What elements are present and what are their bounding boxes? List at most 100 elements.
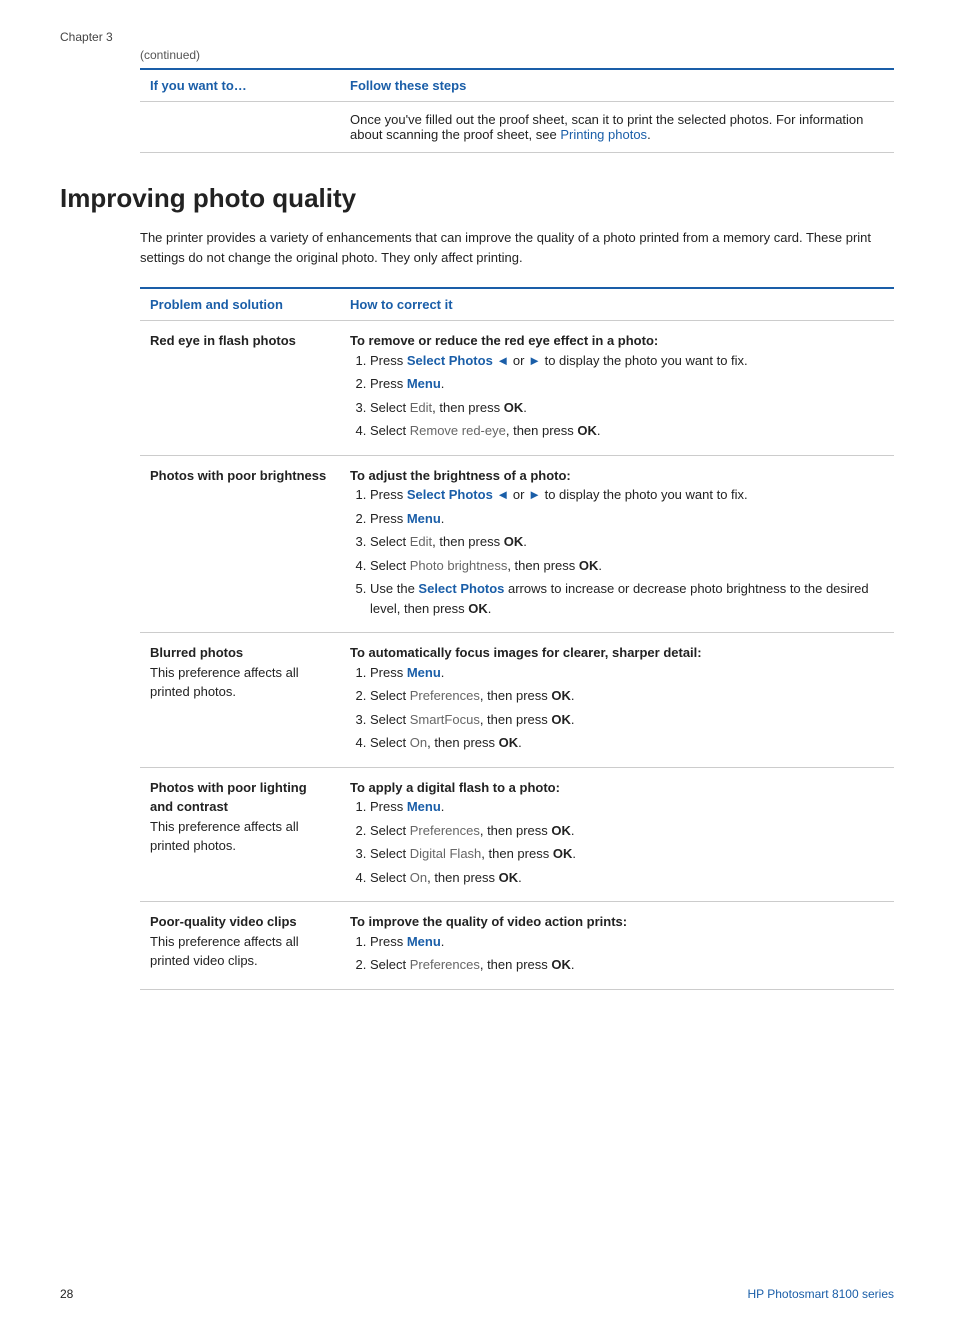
step-item: Select Photo brightness, then press OK. [370, 556, 884, 576]
top-table-wrapper: If you want to… Follow these steps Once … [60, 68, 894, 153]
step-item: Press Menu. [370, 663, 884, 683]
main-table-header-problem: Problem and solution [140, 288, 340, 321]
step-item: Press Menu. [370, 797, 884, 817]
table-row: Photos with poor lighting and contrast T… [140, 767, 894, 902]
ok-ref: OK [551, 957, 571, 972]
solution-heading: To automatically focus images for cleare… [350, 645, 702, 660]
main-table-wrapper: Problem and solution How to correct it R… [60, 287, 894, 990]
on-ref: On [410, 870, 427, 885]
step-item: Select SmartFocus, then press OK. [370, 710, 884, 730]
step-item: Press Select Photos ◄ or ► to display th… [370, 351, 884, 371]
digital-flash-ref: Digital Flash [410, 846, 482, 861]
solution-heading: To improve the quality of video action p… [350, 914, 627, 929]
solution-heading: To apply a digital flash to a photo: [350, 780, 560, 795]
ok-ref: OK [551, 688, 571, 703]
menu-ref: Menu [407, 376, 441, 391]
step-item: Select Digital Flash, then press OK. [370, 844, 884, 864]
problem-extra: This preference affects all printed vide… [150, 934, 299, 969]
top-table-cell-right: Once you've filled out the proof sheet, … [340, 102, 894, 153]
solution-lighting: To apply a digital flash to a photo: Pre… [340, 767, 894, 902]
footer-page-number: 28 [60, 1287, 73, 1301]
solution-blurred: To automatically focus images for cleare… [340, 633, 894, 768]
preferences-ref: Preferences [410, 688, 480, 703]
steps-list: Press Menu. Select Preferences, then pre… [350, 932, 884, 975]
table-row: Blurred photos This preference affects a… [140, 633, 894, 768]
step-item: Use the Select Photos arrows to increase… [370, 579, 884, 618]
table-row: Photos with poor brightness To adjust th… [140, 455, 894, 633]
ok-ref3: OK [499, 735, 519, 750]
problem-label: Photos with poor lighting and contrast [150, 780, 307, 815]
step-item: Select Preferences, then press OK. [370, 955, 884, 975]
steps-list: Press Select Photos ◄ or ► to display th… [350, 351, 884, 441]
table-row: Red eye in flash photos To remove or red… [140, 321, 894, 456]
step-item: Select On, then press OK. [370, 868, 884, 888]
ok-ref: OK [551, 823, 571, 838]
main-table: Problem and solution How to correct it R… [140, 287, 894, 990]
step-item: Select Edit, then press OK. [370, 532, 884, 552]
main-table-header-solution: How to correct it [340, 288, 894, 321]
ok-ref2: OK [551, 712, 571, 727]
continued-label: (continued) [60, 48, 894, 62]
menu-ref: Menu [407, 665, 441, 680]
problem-lighting: Photos with poor lighting and contrast T… [140, 767, 340, 902]
ok-ref2: OK [553, 846, 573, 861]
menu-ref: Menu [407, 799, 441, 814]
problem-label: Poor-quality video clips [150, 914, 297, 929]
problem-red-eye: Red eye in flash photos [140, 321, 340, 456]
top-table-header-col1: If you want to… [140, 69, 340, 102]
step-item: Select Preferences, then press OK. [370, 821, 884, 841]
step-item: Press Menu. [370, 374, 884, 394]
problem-extra: This preference affects all printed phot… [150, 665, 299, 700]
steps-list: Press Select Photos ◄ or ► to display th… [350, 485, 884, 618]
remove-red-eye-ref: Remove red-eye [410, 423, 506, 438]
ok-ref3: OK [499, 870, 519, 885]
edit-ref: Edit [410, 400, 432, 415]
photo-brightness-ref: Photo brightness [410, 558, 508, 573]
top-table-cell-left [140, 102, 340, 153]
solution-red-eye: To remove or reduce the red eye effect i… [340, 321, 894, 456]
steps-list: Press Menu. Select Preferences, then pre… [350, 663, 884, 753]
problem-brightness: Photos with poor brightness [140, 455, 340, 633]
printing-photos-link[interactable]: Printing photos [560, 127, 647, 142]
step-item: Select On, then press OK. [370, 733, 884, 753]
smartfocus-ref: SmartFocus [410, 712, 480, 727]
solution-heading: To remove or reduce the red eye effect i… [350, 333, 658, 348]
section-title: Improving photo quality [60, 183, 894, 214]
problem-label: Red eye in flash photos [150, 333, 296, 348]
select-photos-ref: Select Photos ◄ [407, 487, 509, 502]
solution-heading: To adjust the brightness of a photo: [350, 468, 571, 483]
top-table-header-col2: Follow these steps [340, 69, 894, 102]
solution-brightness: To adjust the brightness of a photo: Pre… [340, 455, 894, 633]
menu-ref: Menu [407, 511, 441, 526]
step-item: Press Menu. [370, 509, 884, 529]
solution-video: To improve the quality of video action p… [340, 902, 894, 990]
ok-ref: OK [504, 534, 524, 549]
on-ref: On [410, 735, 427, 750]
continuation-table: If you want to… Follow these steps Once … [140, 68, 894, 153]
step-item: Press Menu. [370, 932, 884, 952]
edit-ref: Edit [410, 534, 432, 549]
step-item: Select Remove red-eye, then press OK. [370, 421, 884, 441]
select-photos-ref2: Select Photos [418, 581, 504, 596]
step-item: Select Edit, then press OK. [370, 398, 884, 418]
preferences-ref: Preferences [410, 823, 480, 838]
chapter-label: Chapter 3 [60, 30, 894, 44]
step-item: Select Preferences, then press OK. [370, 686, 884, 706]
problem-label: Blurred photos [150, 645, 243, 660]
step-item: Press Select Photos ◄ or ► to display th… [370, 485, 884, 505]
section-intro: The printer provides a variety of enhanc… [60, 228, 894, 267]
select-photos-ref: Select Photos ◄ [407, 353, 509, 368]
preferences-ref: Preferences [410, 957, 480, 972]
menu-ref: Menu [407, 934, 441, 949]
problem-label: Photos with poor brightness [150, 468, 326, 483]
ok-ref2: OK [577, 423, 597, 438]
table-row: Once you've filled out the proof sheet, … [140, 102, 894, 153]
problem-video: Poor-quality video clips This preference… [140, 902, 340, 990]
footer-brand: HP Photosmart 8100 series [747, 1287, 894, 1301]
page: Chapter 3 (continued) If you want to… Fo… [0, 0, 954, 1321]
ok-ref: OK [504, 400, 524, 415]
steps-list: Press Menu. Select Preferences, then pre… [350, 797, 884, 887]
footer: 28 HP Photosmart 8100 series [60, 1287, 894, 1301]
table-row: Poor-quality video clips This preference… [140, 902, 894, 990]
problem-blurred: Blurred photos This preference affects a… [140, 633, 340, 768]
